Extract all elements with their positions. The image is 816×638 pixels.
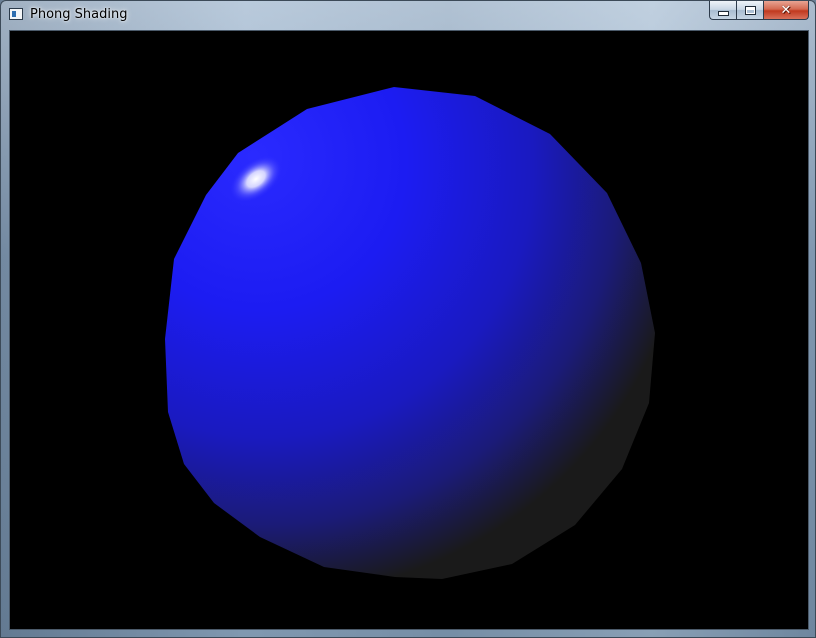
app-window: Phong Shading ✕ bbox=[0, 0, 816, 638]
maximize-icon bbox=[744, 5, 756, 15]
window-title: Phong Shading bbox=[30, 7, 128, 22]
render-canvas[interactable] bbox=[9, 30, 809, 630]
close-button[interactable]: ✕ bbox=[763, 1, 809, 20]
maximize-button[interactable] bbox=[736, 1, 763, 20]
caption-buttons: ✕ bbox=[709, 1, 809, 21]
minimize-icon bbox=[717, 10, 729, 16]
render-surface bbox=[10, 31, 808, 629]
minimize-button[interactable] bbox=[709, 1, 736, 20]
close-icon: ✕ bbox=[780, 2, 792, 18]
app-window-icon[interactable] bbox=[9, 8, 23, 20]
title-bar[interactable]: Phong Shading ✕ bbox=[1, 1, 815, 29]
